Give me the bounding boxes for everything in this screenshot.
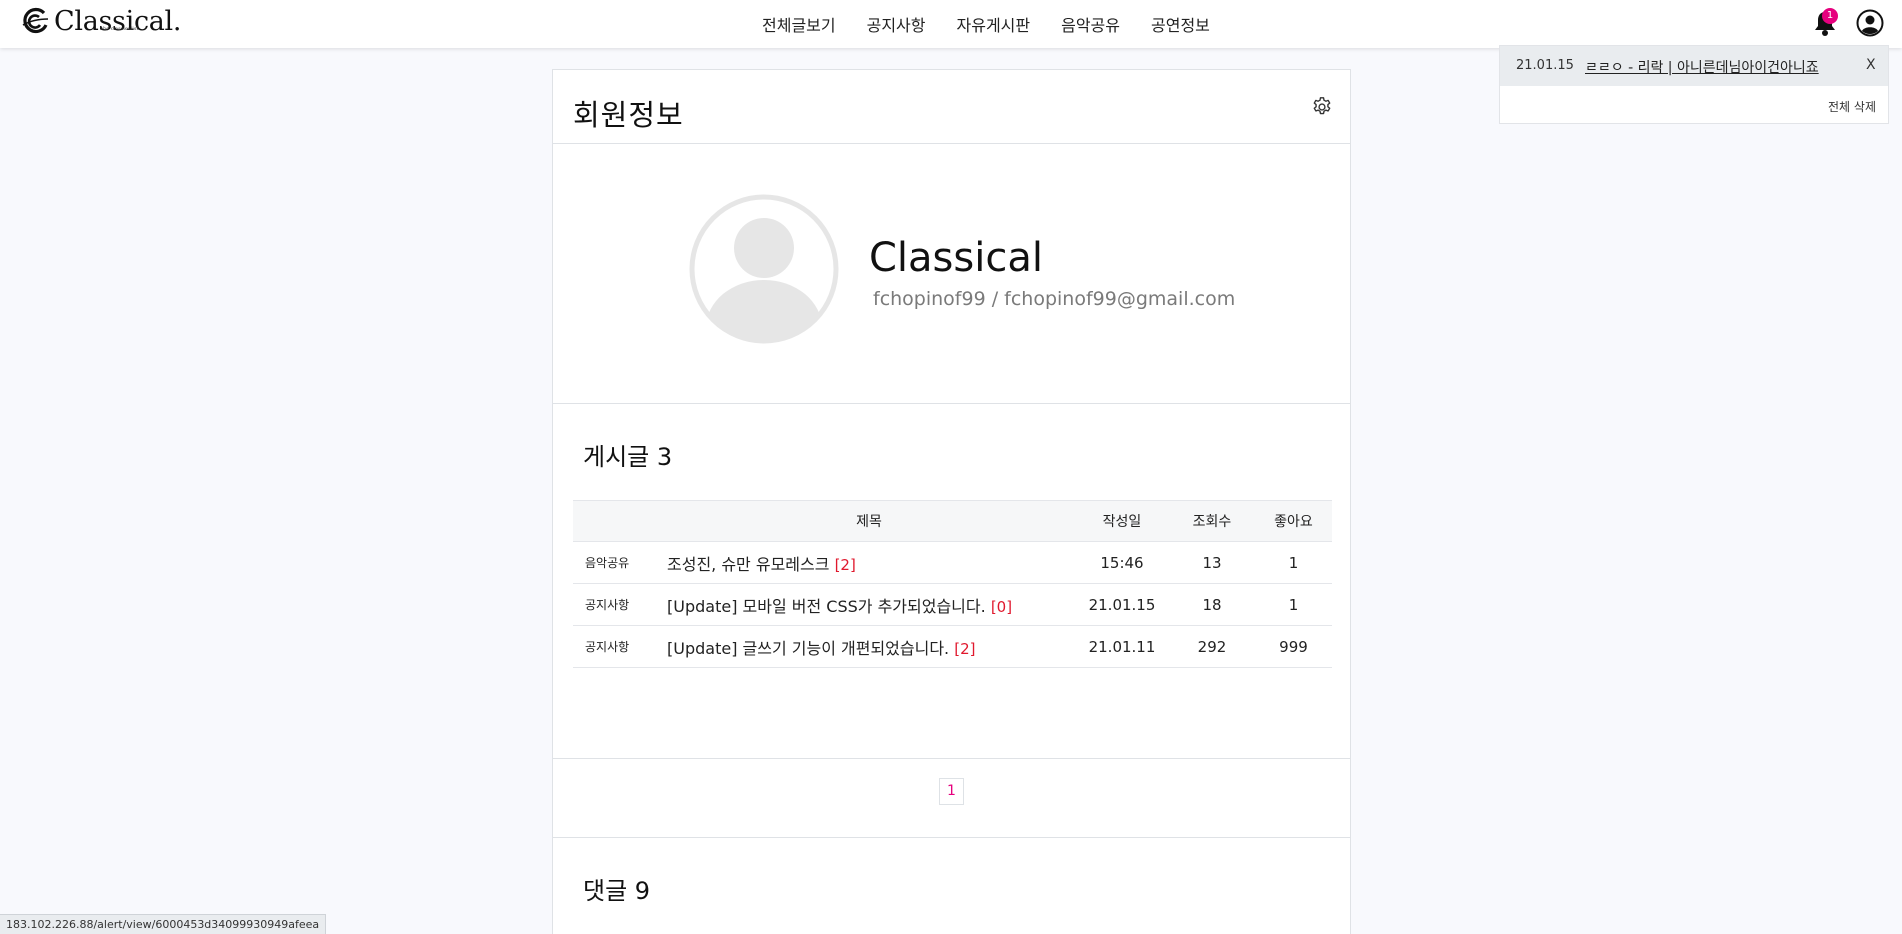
logo-tagline: the classicalist <box>101 26 139 32</box>
divider <box>553 758 1350 759</box>
comments-section-title: 댓글 9 <box>583 877 651 905</box>
table-row[interactable]: 공지사항 [Update] 글쓰기 기능이 개편되었습니다. [2] 21.01… <box>573 625 1332 668</box>
nav-item-music-share[interactable]: 음악공유 <box>1061 12 1120 36</box>
post-category: 공지사항 <box>573 625 663 668</box>
post-views: 292 <box>1169 625 1255 668</box>
posts-section-title: 게시글 3 <box>583 443 673 471</box>
logo-text: Classical. <box>54 6 182 37</box>
post-date: 15:46 <box>1075 541 1169 584</box>
post-comment-count: [0] <box>990 597 1013 616</box>
post-title-link[interactable]: [Update] 글쓰기 기능이 개편되었습니다. [2] <box>663 625 1075 668</box>
post-comment-count: [2] <box>834 555 856 574</box>
member-info-card: 회원정보 Classical fchopinof99 / fchopinof99… <box>552 69 1351 934</box>
post-title-link[interactable]: 조성진, 슈만 유모레스크 [2] <box>663 541 1075 584</box>
notification-dropdown: 21.01.15 ㄹㄹㅇ - 리락 | 아니른데님아이건아니죠 X 전체 삭제 <box>1499 45 1889 124</box>
col-title: 제목 <box>663 500 1075 542</box>
post-category: 음악공유 <box>573 541 663 584</box>
logo-mark-icon <box>22 7 49 34</box>
nav-item-free-board[interactable]: 자유게시판 <box>957 12 1031 36</box>
user-circle-icon[interactable] <box>1856 9 1884 37</box>
notification-close-button[interactable]: X <box>1866 57 1876 73</box>
table-header-row: 제목 작성일 조회수 좋아요 <box>573 500 1332 542</box>
page-title: 회원정보 <box>573 98 684 132</box>
post-views: 13 <box>1169 541 1255 584</box>
table-row[interactable]: 음악공유 조성진, 슈만 유모레스크 [2] 15:46 13 1 <box>573 541 1332 584</box>
notification-item[interactable]: 21.01.15 ㄹㄹㅇ - 리락 | 아니른데님아이건아니죠 X <box>1500 46 1888 86</box>
notification-link[interactable]: ㄹㄹㅇ - 리락 | 아니른데님아이건아니죠 <box>1585 57 1819 77</box>
post-comment-count: [2] <box>954 639 976 658</box>
post-category: 공지사항 <box>573 583 663 626</box>
gear-icon[interactable] <box>1311 96 1333 118</box>
table-row[interactable]: 공지사항 [Update] 모바일 버전 CSS가 추가되었습니다. [0] 2… <box>573 583 1332 626</box>
post-likes: 1 <box>1255 541 1332 584</box>
notification-date: 21.01.15 <box>1516 58 1574 73</box>
profile-id-email: fchopinof99 / fchopinof99@gmail.com <box>873 288 1236 310</box>
col-category <box>573 500 663 542</box>
notification-count-badge: 1 <box>1822 8 1838 24</box>
divider <box>553 143 1350 144</box>
divider <box>553 837 1350 838</box>
post-title[interactable]: [Update] 글쓰기 기능이 개편되었습니다. <box>667 639 949 658</box>
col-date: 작성일 <box>1075 500 1169 542</box>
post-title[interactable]: [Update] 모바일 버전 CSS가 추가되었습니다. <box>667 597 986 616</box>
top-navbar: Classical. the classicalist 전체글보기 공지사항 자… <box>0 0 1902 48</box>
post-views: 18 <box>1169 583 1255 626</box>
posts-table: 제목 작성일 조회수 좋아요 음악공유 조성진, 슈만 유모레스크 [2] 15… <box>573 500 1332 668</box>
post-title[interactable]: 조성진, 슈만 유모레스크 <box>667 555 829 574</box>
nav-item-notices[interactable]: 공지사항 <box>867 12 926 36</box>
col-likes: 좋아요 <box>1255 500 1332 542</box>
post-date: 21.01.11 <box>1075 625 1169 668</box>
status-bar-url: 183.102.226.88/alert/view/6000453d340999… <box>0 914 327 934</box>
avatar-placeholder-icon <box>689 194 839 344</box>
post-title-link[interactable]: [Update] 모바일 버전 CSS가 추가되었습니다. [0] <box>663 583 1075 626</box>
divider <box>553 403 1350 404</box>
site-logo[interactable]: Classical. <box>20 6 181 40</box>
pagination-page-1[interactable]: 1 <box>939 778 964 805</box>
main-nav: 전체글보기 공지사항 자유게시판 음악공유 공연정보 <box>762 0 1210 48</box>
clear-all-notifications-button[interactable]: 전체 삭제 <box>1828 98 1876 115</box>
post-likes: 999 <box>1255 625 1332 668</box>
post-likes: 1 <box>1255 583 1332 626</box>
nav-item-concert-info[interactable]: 공연정보 <box>1151 12 1210 36</box>
nav-item-all-posts[interactable]: 전체글보기 <box>762 12 836 36</box>
post-date: 21.01.15 <box>1075 583 1169 626</box>
col-views: 조회수 <box>1169 500 1255 542</box>
profile-name: Classical <box>869 235 1043 281</box>
